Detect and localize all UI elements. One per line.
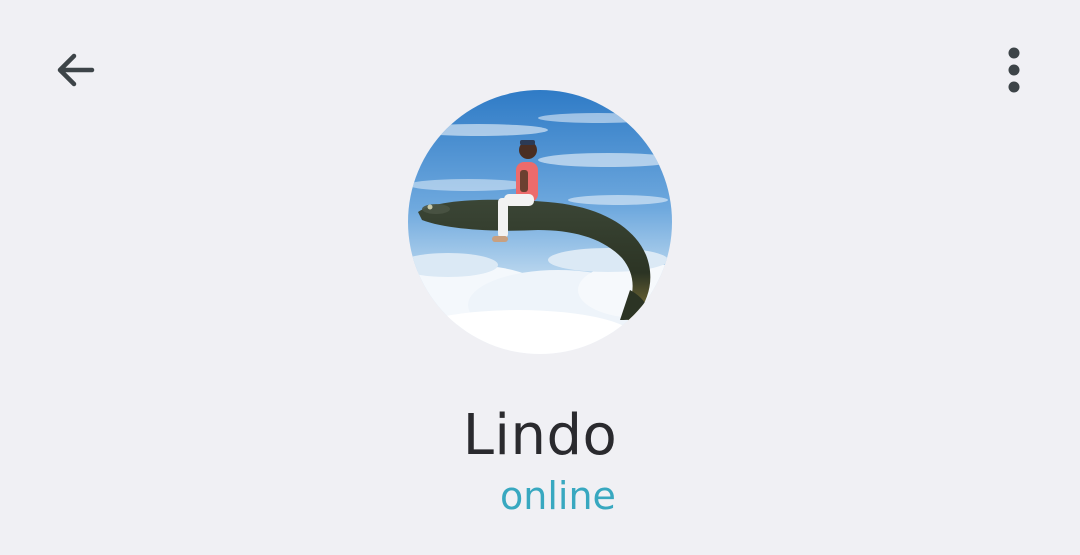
more-options-button[interactable]: [978, 36, 1050, 108]
back-button[interactable]: [40, 36, 112, 108]
contact-name: Lindo: [462, 403, 618, 468]
more-vertical-icon: [1004, 46, 1024, 99]
avatar[interactable]: [408, 90, 672, 354]
status-text: online: [500, 474, 616, 518]
profile-photo: [408, 90, 672, 354]
arrow-left-icon: [52, 46, 100, 99]
